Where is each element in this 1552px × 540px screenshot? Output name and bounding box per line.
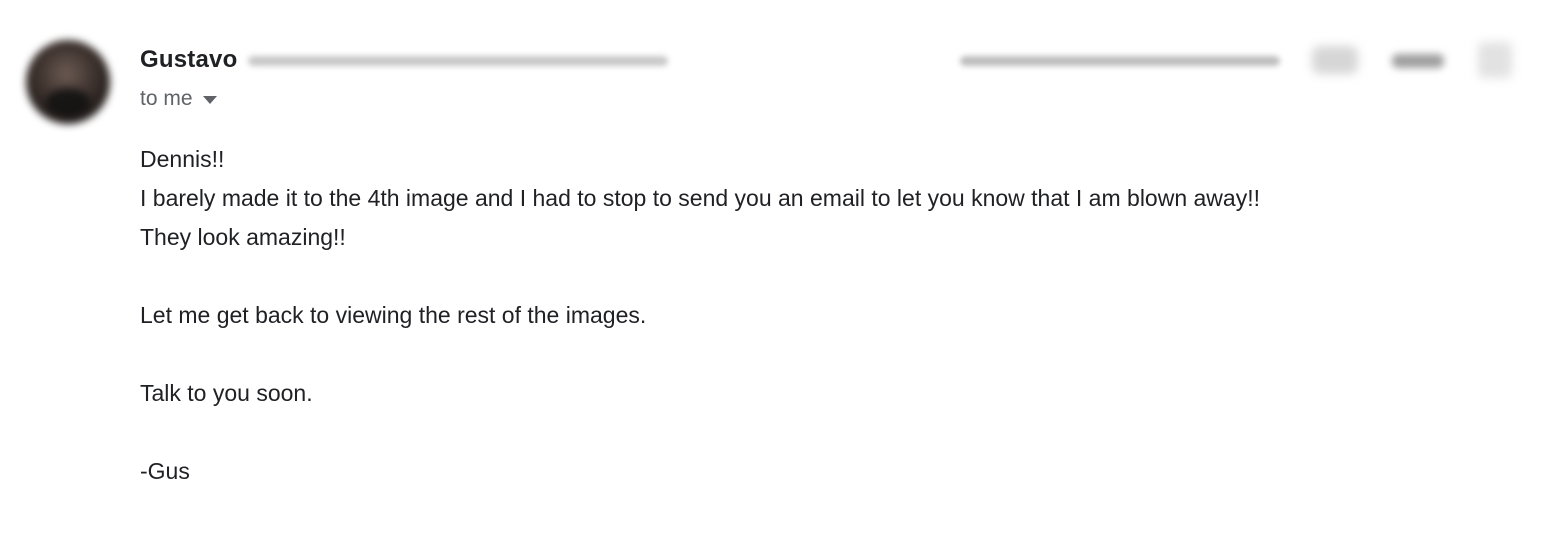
signature: -Gus [140, 458, 190, 484]
closing-line: Talk to you soon. [140, 380, 313, 406]
sender-name[interactable]: Gustavo [140, 46, 237, 74]
sender-email-redacted [248, 56, 668, 66]
more-vert-icon[interactable] [1478, 42, 1512, 78]
email-message: Gustavo to me Dennis!! I barely made it … [0, 0, 1552, 540]
body-line: I barely made it to the 4th image and I … [140, 185, 1260, 211]
recipient-details-toggle[interactable]: to me [140, 87, 217, 111]
greeting-line: Dennis!! [140, 146, 225, 172]
star-icon[interactable] [1312, 46, 1358, 74]
recipient-label: to me [140, 87, 193, 110]
sender-avatar[interactable] [26, 40, 110, 124]
body-line: Let me get back to viewing the rest of t… [140, 302, 647, 328]
body-line: They look amazing!! [140, 224, 346, 250]
chevron-down-icon[interactable] [202, 96, 217, 104]
date-redacted [960, 56, 1280, 66]
email-body: Dennis!! I barely made it to the 4th ima… [140, 140, 1260, 491]
reply-icon[interactable] [1392, 54, 1444, 68]
